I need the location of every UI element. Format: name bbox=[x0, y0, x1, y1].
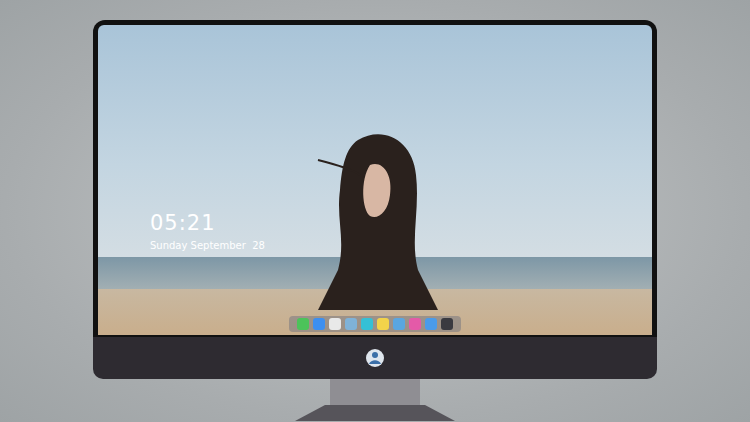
monitor: 05:21 Sunday September 28 bbox=[93, 20, 657, 422]
monitor-chin bbox=[93, 337, 657, 379]
monitor-bezel: 05:21 Sunday September 28 bbox=[93, 20, 657, 337]
screen: 05:21 Sunday September 28 bbox=[98, 25, 652, 335]
clock-time: 05:21 bbox=[150, 211, 265, 236]
dock-app-icon[interactable] bbox=[297, 318, 309, 330]
dock-app-icon[interactable] bbox=[313, 318, 325, 330]
lock-clock: 05:21 Sunday September 28 bbox=[150, 211, 265, 251]
monitor-stand bbox=[285, 379, 465, 421]
dock-app-icon[interactable] bbox=[409, 318, 421, 330]
logo-icon bbox=[365, 348, 385, 368]
dock-app-icon[interactable] bbox=[393, 318, 405, 330]
clock-date: Sunday September 28 bbox=[150, 240, 265, 251]
dock-app-icon[interactable] bbox=[361, 318, 373, 330]
dock-app-icon[interactable] bbox=[441, 318, 453, 330]
wallpaper-photo: 05:21 Sunday September 28 bbox=[98, 25, 652, 335]
person-silhouette-icon bbox=[298, 120, 448, 310]
desktop-background: 05:21 Sunday September 28 bbox=[0, 0, 750, 422]
dock-app-icon[interactable] bbox=[377, 318, 389, 330]
dock-app-icon[interactable] bbox=[329, 318, 341, 330]
dock bbox=[289, 316, 461, 332]
dock-app-icon[interactable] bbox=[345, 318, 357, 330]
dock-app-icon[interactable] bbox=[425, 318, 437, 330]
